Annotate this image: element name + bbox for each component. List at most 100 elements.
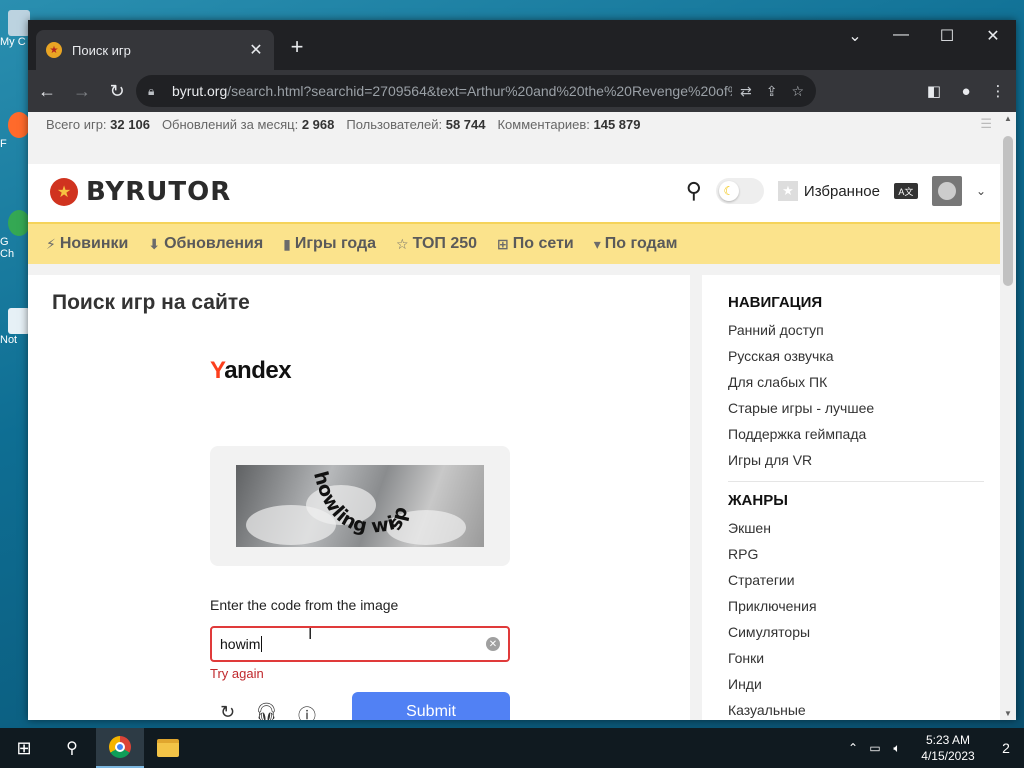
- nav-item-top-250[interactable]: ☆ ТОП 250: [396, 235, 477, 253]
- share-icon[interactable]: ⇪: [766, 83, 778, 100]
- browser-tab[interactable]: ★ Поиск игр ✕: [36, 30, 274, 70]
- sidebar-link[interactable]: Поддержка геймпада: [728, 421, 1000, 447]
- stat-comments: Комментариев: 145 879: [497, 116, 641, 132]
- site-logo[interactable]: ★ BYRUTOR: [50, 177, 231, 207]
- desktop-icon-notepad[interactable]: Not: [0, 308, 30, 346]
- sidebar-link[interactable]: Ранний доступ: [728, 317, 1000, 343]
- genre-link[interactable]: Стратегии: [728, 567, 1000, 593]
- bar-chart-icon: ▮: [283, 235, 291, 252]
- audio-captcha-icon[interactable]: 🎧︎: [255, 702, 278, 720]
- search-content: Поиск игр на сайте Yandex howling wisp E…: [28, 275, 690, 720]
- refresh-captcha-icon[interactable]: ↻: [220, 702, 235, 720]
- genre-link[interactable]: Экшен: [728, 515, 1000, 541]
- notifications-icon[interactable]: 2: [988, 728, 1024, 768]
- logo-star-icon: ★: [50, 178, 78, 206]
- logo-text: BYRUTOR: [86, 177, 232, 207]
- nav-item-online[interactable]: ⊞ По сети: [497, 235, 574, 253]
- sidebar-link[interactable]: Для слабых ПК: [728, 369, 1000, 395]
- close-window-button[interactable]: ✕: [970, 26, 1016, 46]
- profile-icon[interactable]: ●: [954, 75, 978, 107]
- lock-icon[interactable]: 🔒︎: [148, 84, 162, 99]
- favorites-label: Избранное: [803, 182, 880, 200]
- address-bar[interactable]: 🔒︎ byrut.org/search.html?searchid=270956…: [136, 75, 816, 107]
- nav-item-new[interactable]: ⚡ Новинки: [46, 235, 128, 253]
- stat-monthly-updates: Обновлений за месяц: 2 968: [161, 116, 335, 132]
- chevron-up-icon[interactable]: ⌃: [842, 741, 864, 755]
- page-viewport: Всего игр: 32 106 Обновлений за месяц: 2…: [28, 112, 1000, 720]
- taskbar-file-explorer[interactable]: [144, 728, 192, 768]
- code-input-value: howim: [220, 636, 261, 652]
- genre-link[interactable]: Приключения: [728, 593, 1000, 619]
- main-nav: ⚡ Новинки ⬇ Обновления ▮ Игры года ☆ ТОП 250…: [28, 222, 1000, 264]
- theme-toggle[interactable]: ☾: [715, 178, 764, 204]
- site-header: ★ BYRUTOR ⚲ ☾ ★ Избранное A文 ⌄: [28, 164, 1000, 222]
- desktop-icon-label: Not: [0, 334, 18, 346]
- tab-title: Поиск игр: [72, 42, 131, 58]
- genre-link[interactable]: RPG: [728, 541, 1000, 567]
- back-arrow-icon[interactable]: ←: [31, 75, 63, 107]
- genre-link[interactable]: Гонки: [728, 645, 1000, 671]
- menu-dots-icon[interactable]: ⋮: [986, 75, 1010, 107]
- yandex-logo: Yandex: [210, 357, 292, 384]
- nav-item-updates[interactable]: ⬇ Обновления: [148, 235, 263, 253]
- scroll-down-icon[interactable]: ▼: [1000, 709, 1016, 718]
- new-tab-button[interactable]: +: [286, 34, 308, 60]
- page-scrollbar[interactable]: ▲ ▼: [1000, 112, 1016, 720]
- scrollbar-thumb[interactable]: [1003, 136, 1013, 286]
- download-icon: ⬇: [148, 235, 161, 252]
- chevron-down-icon[interactable]: ⌄: [976, 184, 986, 198]
- search-icon[interactable]: ⚲: [48, 728, 96, 768]
- forward-arrow-icon[interactable]: →: [66, 75, 98, 107]
- desktop-icon-computer[interactable]: My C: [0, 10, 30, 48]
- user-avatar[interactable]: [931, 176, 962, 206]
- translate-icon[interactable]: ⇄: [740, 83, 752, 100]
- clock-date: 4/15/2023: [921, 749, 975, 763]
- genre-link[interactable]: Инди: [728, 671, 1000, 697]
- tab-search-icon[interactable]: ⌄: [832, 26, 878, 46]
- close-tab-icon[interactable]: ✕: [248, 40, 264, 60]
- sidebar-link[interactable]: Русская озвучка: [728, 343, 1000, 369]
- desktop-icon-label: G Ch: [0, 236, 15, 260]
- page-title: Поиск игр на сайте: [52, 291, 250, 314]
- info-icon[interactable]: ⓘ: [298, 702, 316, 720]
- favorites-link[interactable]: ★ Избранное: [777, 181, 880, 201]
- star-icon: ☆: [396, 235, 409, 252]
- captcha-text: howling wisp: [309, 469, 412, 538]
- captcha-code-input[interactable]: howim ✕: [210, 626, 510, 662]
- moon-icon: ☾: [718, 181, 739, 201]
- windows-start-icon[interactable]: ⊞: [0, 728, 48, 768]
- scroll-up-icon[interactable]: ▲: [1000, 114, 1016, 123]
- search-icon[interactable]: ⚲: [686, 178, 702, 204]
- sidebar-link[interactable]: Игры для VR: [728, 447, 1000, 473]
- browser-toolbar: ← → ↻ 🔒︎ byrut.org/search.html?searchid=…: [28, 70, 1016, 112]
- desktop-icon-chrome[interactable]: G Ch: [0, 210, 30, 260]
- side-panel-icon[interactable]: ◧: [922, 75, 946, 107]
- windows-taskbar: ⊞ ⚲ ⌃ ▭ 🔈︎ 5:23 AM 4/15/2023 2: [0, 728, 1024, 768]
- text-cursor-icon: I: [308, 626, 313, 643]
- genre-link[interactable]: Казуальные: [728, 697, 1000, 720]
- tab-strip: ★ Поиск игр ✕ + ⌄ — ☐ ✕: [28, 20, 1016, 70]
- volume-icon[interactable]: 🔈︎: [886, 741, 908, 756]
- stats-menu-icon[interactable]: ☰: [980, 116, 992, 132]
- nav-item-games-of-year[interactable]: ▮ Игры года: [283, 235, 376, 253]
- language-icon[interactable]: A文: [893, 183, 918, 199]
- network-icon[interactable]: ▭: [864, 741, 886, 755]
- clock[interactable]: 5:23 AM 4/15/2023: [908, 732, 988, 764]
- minimize-button[interactable]: —: [878, 26, 924, 44]
- desktop-icon-label: My C: [0, 36, 26, 48]
- bookmark-star-icon[interactable]: ☆: [791, 83, 804, 100]
- svg-text:howling wisp: howling wisp: [309, 469, 412, 538]
- maximize-button[interactable]: ☐: [924, 26, 970, 46]
- clear-input-icon[interactable]: ✕: [486, 637, 500, 651]
- nav-item-by-year[interactable]: ▾ По годам: [594, 235, 678, 253]
- reload-icon[interactable]: ↻: [101, 75, 133, 107]
- desktop-icon-firefox[interactable]: F: [0, 112, 30, 150]
- submit-button[interactable]: Submit: [352, 692, 510, 720]
- clock-time: 5:23 AM: [925, 733, 971, 747]
- genre-link[interactable]: Симуляторы: [728, 619, 1000, 645]
- sidebar-link[interactable]: Старые игры - лучшее: [728, 395, 1000, 421]
- taskbar-chrome[interactable]: [96, 728, 144, 768]
- caret-down-icon: ▾: [593, 235, 601, 252]
- captcha-panel: howling wisp: [210, 446, 510, 566]
- browser-window: ★ Поиск игр ✕ + ⌄ — ☐ ✕ ← → ↻ 🔒︎ byrut.o…: [28, 20, 1016, 720]
